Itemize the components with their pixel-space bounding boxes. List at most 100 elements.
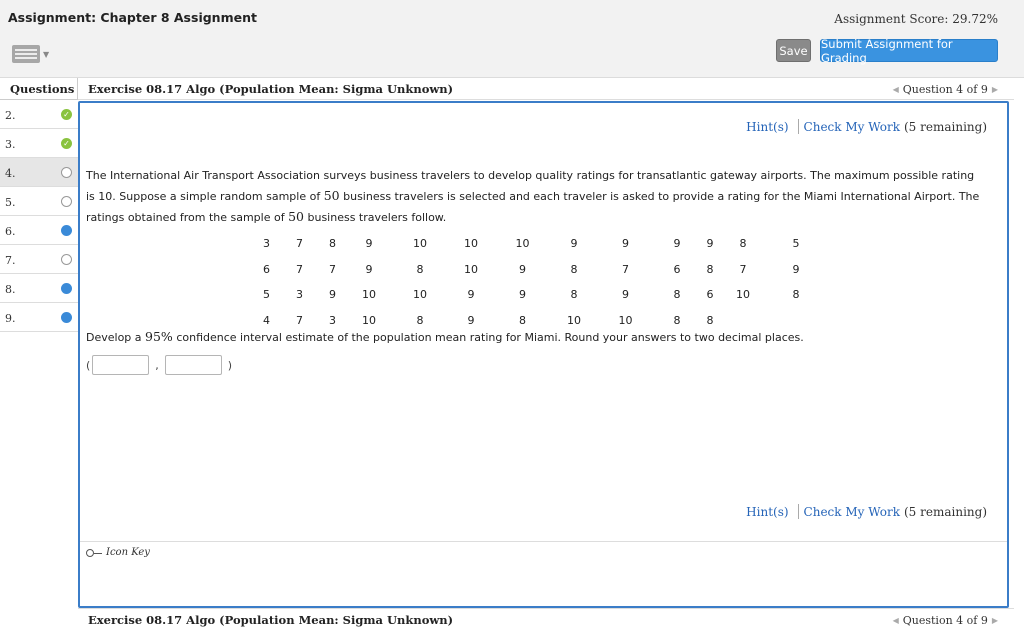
sidebar-question-item[interactable]: 6. (0, 216, 78, 245)
hints-link[interactable]: Hint(s) (746, 505, 788, 519)
rating-cell: 6 (706, 288, 714, 302)
submit-assignment-button[interactable]: Submit Assignment for Grading (820, 37, 998, 65)
rating-cell: 6 (263, 262, 270, 276)
open-paren: ( (86, 358, 91, 372)
rating-cell: 10 (736, 288, 750, 302)
question-number: 2. (5, 109, 16, 122)
sidebar-question-item[interactable]: 3. ✓ (0, 129, 78, 158)
hint-bar-bottom: Hint(s) Check My Work (5 remaining) (746, 504, 987, 519)
question-number: 5. (5, 196, 16, 209)
table-row: 6 7 7 9 8 10 9 8 7 6 8 7 9 (250, 257, 829, 283)
rating-cell: 8 (570, 288, 578, 302)
partial-icon (61, 283, 72, 294)
rating-cell: 10 (464, 262, 478, 276)
check-my-work-link[interactable]: Check My Work (804, 505, 900, 519)
questions-heading: Questions (0, 78, 78, 100)
ratings-table: 3 7 8 9 10 10 10 9 9 9 9 8 5 6 7 7 9 8 10 9 8 7 6 8 7 9 5 3 9 10 10 9 9 8… (250, 231, 829, 333)
rating-cell: 9 (622, 237, 629, 251)
question-position: Question 4 of 9 (902, 83, 988, 96)
remaining-count: (5 remaining) (904, 119, 987, 134)
question-navigator: ◀ Question 4 of 9 ▶ (893, 614, 998, 627)
next-question-icon[interactable]: ▶ (992, 616, 998, 625)
rating-cell: 7 (739, 262, 747, 276)
close-paren: ) (227, 358, 233, 372)
sidebar-question-item[interactable]: 9. (0, 303, 78, 332)
rating-cell: 5 (792, 237, 800, 251)
hint-bar-top: Hint(s) Check My Work (5 remaining) (746, 119, 987, 134)
confidence-level: 95% (145, 329, 173, 344)
rating-cell: 7 (296, 262, 303, 276)
question-number: 6. (5, 225, 16, 238)
rating-cell: 10 (413, 288, 427, 302)
remaining-count: (5 remaining) (904, 504, 987, 519)
partial-icon (61, 225, 72, 236)
question-list: 2. ✓ 3. ✓ 4. 5. 6. 7. 8. 9. (0, 100, 78, 332)
empty-circle-icon (61, 167, 72, 178)
rating-cell: 3 (263, 237, 270, 251)
caret-down-icon: ▼ (43, 49, 50, 59)
check-my-work-link[interactable]: Check My Work (804, 120, 900, 134)
rating-cell: 6 (673, 262, 681, 276)
lower-bound-input[interactable] (92, 355, 150, 375)
rating-cell: 7 (329, 262, 336, 276)
sample-size: 50 (323, 188, 340, 203)
empty-circle-icon (61, 254, 72, 265)
rating-cell: 9 (467, 288, 475, 302)
question-navigator: ◀ Question 4 of 9 ▶ (893, 83, 998, 96)
question-number: 3. (5, 138, 16, 151)
assignment-score: Assignment Score: 29.72% (834, 12, 998, 26)
assignment-title: Assignment: Chapter 8 Assignment (8, 10, 257, 25)
icon-key-label: Icon Key (106, 547, 150, 558)
rating-cell: 8 (329, 237, 336, 251)
exercise-header: Exercise 08.17 Algo (Population Mean: Si… (78, 78, 1014, 100)
sidebar-question-item[interactable]: 7. (0, 245, 78, 274)
rating-cell: 10 (362, 288, 376, 302)
upper-bound-input[interactable] (164, 355, 222, 375)
problem-statement: The International Air Transport Associat… (86, 166, 986, 228)
sidebar-question-item[interactable]: 5. (0, 187, 78, 216)
icon-key-toggle[interactable]: Icon Key (86, 547, 150, 558)
divider (797, 119, 799, 134)
rating-cell: 8 (416, 262, 424, 276)
rating-cell: 7 (296, 237, 303, 251)
rating-cell: 9 (622, 288, 629, 302)
exercise-title: Exercise 08.17 Algo (Population Mean: Si… (88, 613, 454, 627)
next-question-icon[interactable]: ▶ (992, 85, 998, 94)
hints-link[interactable]: Hint(s) (746, 120, 788, 134)
table-row: 5 3 9 10 10 9 9 8 9 8 6 10 8 (250, 282, 829, 308)
exercise-footer: Exercise 08.17 Algo (Population Mean: Si… (78, 608, 1014, 630)
sidebar-question-item[interactable]: 4. (0, 158, 78, 187)
rating-cell: 8 (673, 288, 681, 302)
rating-cell: 8 (570, 262, 578, 276)
rating-cell: 10 (515, 237, 530, 251)
check-icon: ✓ (61, 138, 72, 149)
sidebar-question-item[interactable]: 2. ✓ (0, 100, 78, 129)
top-bar: Assignment: Chapter 8 Assignment Assignm… (0, 0, 1024, 78)
rating-cell: 9 (673, 237, 681, 251)
content-divider (80, 541, 1007, 542)
empty-circle-icon (61, 196, 72, 207)
instruction-text: Develop a 95% confidence interval estima… (86, 329, 804, 344)
problem-text: business travelers follow. (304, 211, 447, 224)
question-number: 7. (5, 254, 16, 267)
question-number: 9. (5, 312, 16, 325)
questions-sidebar: Questions 2. ✓ 3. ✓ 4. 5. 6. 7. 8. 9. (0, 78, 78, 630)
save-button[interactable]: Save (776, 39, 811, 62)
keyboard-icon (12, 45, 40, 63)
keyboard-menu-button[interactable]: ▼ (12, 42, 50, 66)
rating-cell: 3 (296, 288, 303, 302)
key-icon (86, 548, 102, 557)
rating-cell: 8 (792, 288, 800, 302)
question-number: 4. (5, 167, 16, 180)
question-number: 8. (5, 283, 16, 296)
check-icon: ✓ (61, 109, 72, 120)
prev-question-icon[interactable]: ◀ (893, 85, 899, 94)
rating-cell: 9 (519, 288, 526, 302)
prev-question-icon[interactable]: ◀ (893, 616, 899, 625)
answer-row: ( , ) (86, 355, 232, 375)
instruction-part: confidence interval estimate of the popu… (172, 331, 804, 344)
rating-cell: 10 (413, 237, 427, 251)
partial-icon (61, 312, 72, 323)
instruction-part: Develop a (86, 331, 146, 344)
sidebar-question-item[interactable]: 8. (0, 274, 78, 303)
